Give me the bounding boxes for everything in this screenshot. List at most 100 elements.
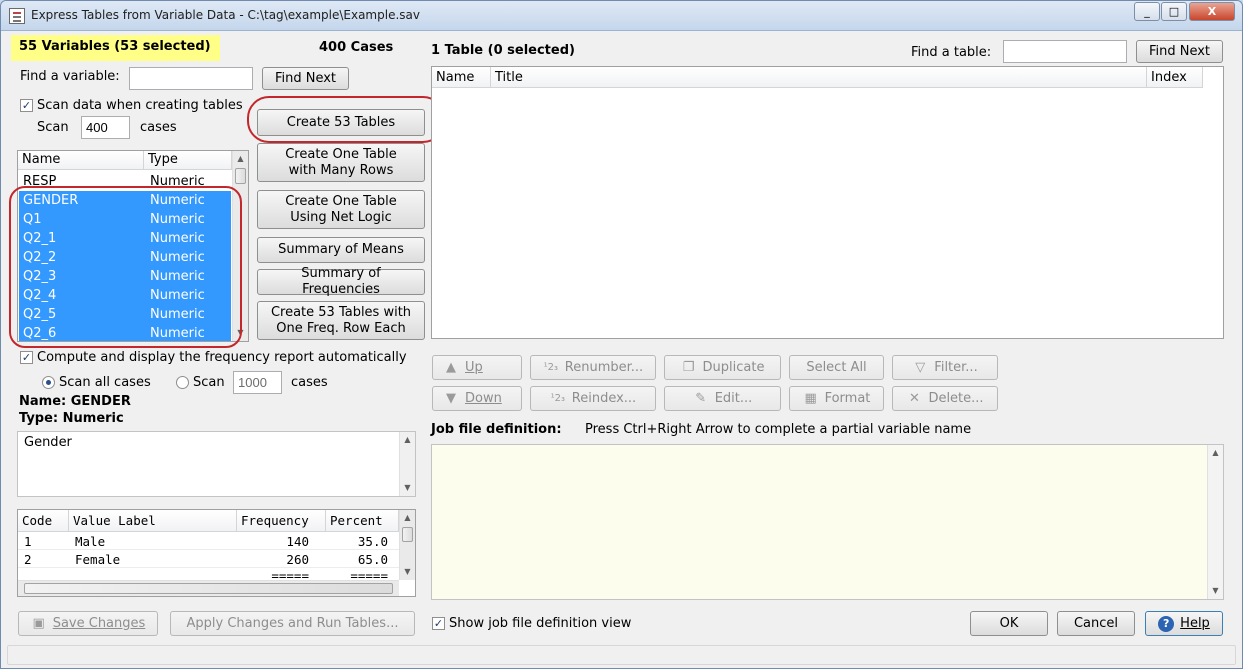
tables-list-header: Name Title Index (432, 67, 1203, 88)
select-all-button[interactable]: Select All (789, 355, 884, 380)
find-variable-input[interactable] (129, 67, 253, 90)
selection-callout (9, 186, 242, 348)
numbers-icon: ¹2₃ (550, 392, 565, 404)
scan-data-label: Scan data when creating tables (37, 98, 243, 113)
app-icon (9, 8, 25, 24)
save-changes-button[interactable]: ▣ Save Changes (18, 611, 158, 636)
window-title: Express Tables from Variable Data - C:\t… (31, 8, 420, 22)
up-button[interactable]: ▲ Up (432, 355, 522, 380)
scan-all-radio[interactable] (42, 376, 55, 389)
scan-label: Scan (37, 120, 69, 135)
format-icon: ▦ (804, 390, 817, 406)
check-icon: ✓ (21, 351, 32, 364)
find-variable-label: Find a variable: (20, 69, 120, 84)
check-icon: ✓ (21, 99, 32, 112)
table-row[interactable]: 2 Female 260 65.0 (18, 551, 399, 568)
frequency-report-label: Compute and display the frequency report… (37, 350, 407, 365)
edit-button[interactable]: ✎ Edit... (664, 386, 781, 411)
tables-list[interactable]: Name Title Index (431, 66, 1224, 339)
scroll-thumb[interactable] (402, 527, 413, 542)
cases-summary: 400 Cases (319, 40, 394, 55)
scroll-up-icon[interactable]: ▲ (1208, 445, 1223, 461)
numbers-icon: ¹2₃ (543, 361, 558, 373)
status-bar (7, 645, 1236, 665)
scan-some-input[interactable] (233, 371, 282, 394)
minimize-button[interactable]: _ (1134, 2, 1160, 21)
scroll-down-icon[interactable]: ▼ (400, 564, 415, 580)
duplicate-icon: ❐ (682, 359, 695, 375)
col-table-title-header[interactable]: Title (491, 67, 1147, 88)
up-arrow-icon: ▲ (446, 359, 456, 375)
variable-type-line: Type: Numeric (19, 411, 124, 426)
frequency-table-header: Code Value Label Frequency Percent (18, 510, 399, 532)
save-icon: ▣ (32, 615, 45, 631)
variable-list-header: Name Type (18, 151, 232, 170)
summary-of-means-button[interactable]: Summary of Means (257, 237, 425, 263)
help-button[interactable]: ? Help (1145, 611, 1223, 636)
one-table-many-rows-button[interactable]: Create One Table with Many Rows (257, 143, 425, 182)
frequency-table-hscrollbar[interactable] (18, 580, 399, 596)
ok-button[interactable]: OK (970, 611, 1048, 636)
col-name-header[interactable]: Name (18, 151, 144, 169)
col-type-header[interactable]: Type (144, 151, 232, 169)
renumber-button[interactable]: ¹2₃ Renumber... (530, 355, 656, 380)
cancel-button[interactable]: Cancel (1057, 611, 1135, 636)
col-frequency-header[interactable]: Frequency (237, 510, 326, 532)
job-file-hint: Press Ctrl+Right Arrow to complete a par… (585, 422, 972, 437)
job-file-scrollbar[interactable]: ▲ ▼ (1207, 445, 1223, 599)
scroll-up-icon[interactable]: ▲ (233, 151, 248, 167)
scan-some-label: Scan (193, 375, 225, 390)
find-next-variable-button[interactable]: Find Next (262, 67, 349, 90)
check-icon: ✓ (433, 617, 444, 630)
summary-of-frequencies-button[interactable]: Summary of Frequencies (257, 266, 425, 297)
variables-summary: 55 Variables (53 selected) (11, 35, 220, 61)
job-file-editor[interactable]: ▲ ▼ (431, 444, 1224, 600)
col-table-index-header[interactable]: Index (1147, 67, 1203, 88)
scan-cases-input[interactable] (81, 116, 130, 139)
tables-summary: 1 Table (0 selected) (431, 43, 575, 58)
apply-changes-button[interactable]: Apply Changes and Run Tables... (170, 611, 415, 636)
delete-icon: ✕ (908, 390, 920, 406)
main-window: Express Tables from Variable Data - C:\t… (0, 0, 1243, 669)
scroll-up-icon[interactable]: ▲ (400, 432, 415, 448)
scroll-down-icon[interactable]: ▼ (1208, 583, 1223, 599)
col-table-name-header[interactable]: Name (432, 67, 491, 88)
title-bar: Express Tables from Variable Data - C:\t… (1, 1, 1242, 31)
filter-button[interactable]: ▽ Filter... (892, 355, 998, 380)
frequency-table-vscrollbar[interactable]: ▲ ▼ (399, 510, 415, 580)
close-button[interactable]: X (1189, 2, 1235, 21)
show-job-file-checkbox[interactable]: ✓ (432, 617, 445, 630)
frequency-table[interactable]: Code Value Label Frequency Percent 1 Mal… (17, 509, 416, 597)
find-next-table-button[interactable]: Find Next (1136, 40, 1223, 63)
scan-data-checkbox[interactable]: ✓ (20, 99, 33, 112)
help-icon: ? (1158, 615, 1175, 632)
scan-all-label: Scan all cases (59, 375, 151, 390)
scroll-down-icon[interactable]: ▼ (400, 480, 415, 496)
maximize-button[interactable]: □ (1161, 2, 1187, 21)
variable-name-line: Name: GENDER (19, 394, 131, 409)
hscroll-thumb[interactable] (24, 583, 393, 594)
pencil-icon: ✎ (695, 390, 707, 406)
scroll-up-icon[interactable]: ▲ (400, 510, 415, 526)
delete-button[interactable]: ✕ Delete... (892, 386, 998, 411)
down-button[interactable]: ▼ Down (432, 386, 522, 411)
scroll-thumb[interactable] (235, 168, 246, 184)
tables-one-freq-row-button[interactable]: Create 53 Tables with One Freq. Row Each (257, 301, 425, 340)
scan-some-radio[interactable] (176, 376, 189, 389)
duplicate-button[interactable]: ❐ Duplicate (664, 355, 781, 380)
description-scrollbar[interactable]: ▲ ▼ (399, 432, 415, 496)
variable-description-text: Gender (24, 435, 72, 450)
scan-cases-label: cases (140, 120, 177, 135)
one-table-net-logic-button[interactable]: Create One Table Using Net Logic (257, 190, 425, 229)
find-table-label: Find a table: (911, 45, 992, 60)
table-row[interactable]: 1 Male 140 35.0 (18, 533, 399, 550)
col-percent-header[interactable]: Percent (326, 510, 399, 532)
frequency-report-checkbox[interactable]: ✓ (20, 351, 33, 364)
reindex-button[interactable]: ¹2₃ Reindex... (530, 386, 656, 411)
find-table-input[interactable] (1003, 40, 1127, 63)
col-value-label-header[interactable]: Value Label (69, 510, 237, 532)
variable-description-box[interactable]: Gender ▲ ▼ (17, 431, 416, 497)
show-job-file-label: Show job file definition view (449, 616, 632, 631)
format-button[interactable]: ▦ Format (789, 386, 884, 411)
col-code-header[interactable]: Code (18, 510, 69, 532)
